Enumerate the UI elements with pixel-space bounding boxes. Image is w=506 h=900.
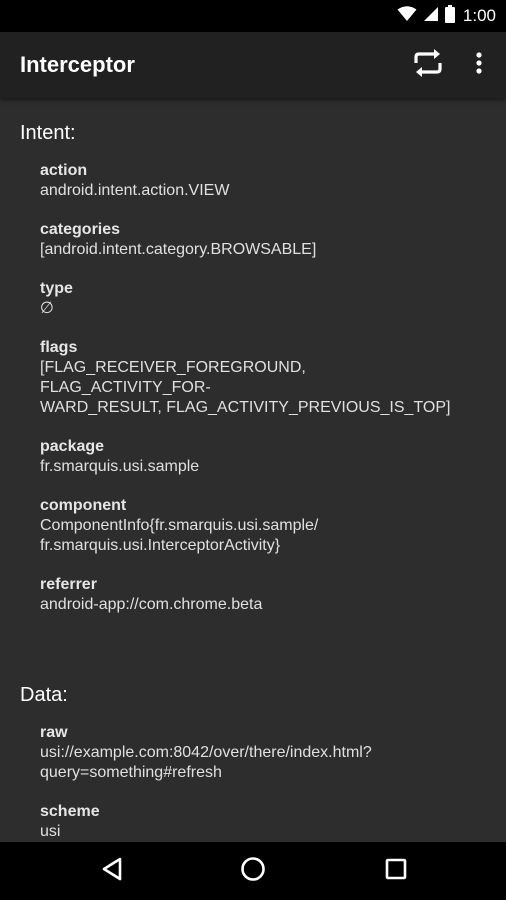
field-value: ComponentInfo{fr.smarquis.usi.sample/ fr… [40, 517, 319, 554]
home-icon [240, 856, 266, 887]
repeat-icon [413, 48, 443, 82]
field-label: flags [40, 339, 78, 356]
intent-field-flags: flags [FLAG_RECEIVER_FOREGROUND, FLAG_AC… [0, 338, 506, 418]
field-value: ∅ [40, 300, 54, 317]
battery-icon [444, 4, 455, 28]
back-button[interactable] [92, 851, 132, 891]
field-value: android-app://com.chrome.beta [40, 596, 263, 613]
field-value: usi [40, 823, 61, 840]
field-label: referrer [40, 576, 97, 593]
repeat-button[interactable] [408, 45, 448, 85]
overflow-menu-button[interactable] [459, 45, 499, 85]
intent-field-categories: categories [android.intent.category.BROW… [0, 220, 506, 260]
field-value: fr.smarquis.usi.sample [40, 458, 200, 475]
home-button[interactable] [233, 851, 273, 891]
data-section: Data: raw usi://example.com:8042/over/th… [0, 681, 506, 842]
field-label: package [40, 438, 105, 455]
recents-button[interactable] [376, 851, 416, 891]
back-icon [101, 857, 123, 886]
intent-field-referrer: referrer android-app://com.chrome.beta [0, 575, 506, 615]
field-value: [android.intent.category.BROWSABLE] [40, 241, 317, 258]
status-icons: 1:00 [397, 0, 496, 32]
intent-field-component: component ComponentInfo{fr.smarquis.usi.… [0, 496, 506, 556]
field-label: scheme [40, 803, 100, 820]
content-scroll[interactable]: Intent: action android.intent.action.VIE… [0, 98, 506, 842]
data-field-raw: raw usi://example.com:8042/over/there/in… [0, 723, 506, 783]
app-title: Interceptor [20, 52, 135, 77]
signal-icon [423, 6, 439, 27]
field-value: [FLAG_RECEIVER_FOREGROUND, FLAG_ACTIVITY… [40, 359, 451, 416]
field-label: raw [40, 724, 68, 741]
intent-section: Intent: action android.intent.action.VIE… [0, 119, 506, 615]
intent-field-type: type ∅ [0, 279, 506, 319]
app-bar: Interceptor [0, 32, 506, 98]
wifi-icon [397, 5, 417, 27]
intent-field-action: action android.intent.action.VIEW [0, 161, 506, 201]
status-time: 1:00 [462, 6, 496, 25]
data-section-title: Data: [20, 684, 68, 706]
intent-section-title: Intent: [20, 122, 76, 144]
recents-icon [385, 858, 407, 885]
field-label: type [40, 280, 73, 297]
navigation-bar [0, 842, 506, 900]
intent-field-package: package fr.smarquis.usi.sample [0, 437, 506, 477]
field-label: component [40, 497, 127, 514]
data-field-scheme: scheme usi [0, 802, 506, 842]
more-vert-icon [476, 51, 482, 79]
field-value: usi://example.com:8042/over/there/index.… [40, 744, 372, 781]
field-label: categories [40, 221, 121, 238]
field-label: action [40, 162, 88, 179]
field-value: android.intent.action.VIEW [40, 182, 230, 199]
status-bar: 1:00 [0, 0, 506, 32]
